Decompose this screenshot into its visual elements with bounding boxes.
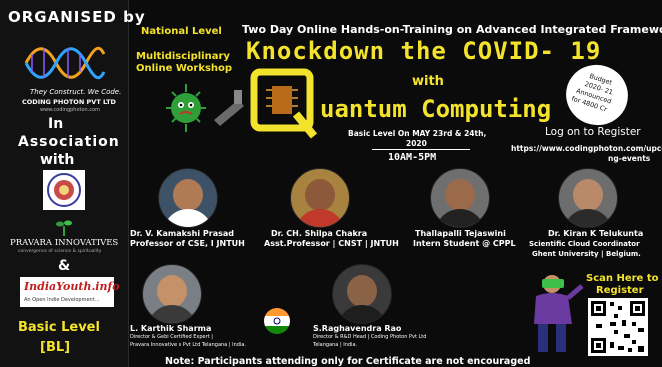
speaker-5-name: L. Karthik Sharma — [130, 324, 212, 333]
speaker-6-affiliation: Telangana | India. — [313, 342, 358, 348]
register-url[interactable]: https://www.codingphoton.com/upco — [511, 144, 662, 153]
register-label: Log on to Register — [545, 126, 641, 138]
india-flag-icon — [262, 306, 292, 336]
virus-icon — [160, 80, 246, 138]
scan-label-line2: Register — [596, 285, 644, 296]
speaker-photo-4 — [558, 168, 618, 228]
qr-code-icon[interactable] — [588, 298, 648, 356]
company-tagline: They Construct. We Code. — [30, 88, 122, 96]
speaker-5-role: Director & Gebi Certified Expert | — [130, 334, 213, 340]
multidisciplinary-label: Multidisciplinary — [136, 51, 230, 62]
speaker-5-affiliation: Pravara Innovative s Pvt Ltd Telangana |… — [130, 342, 246, 348]
with-label: with — [40, 152, 75, 168]
jntuh-seal-icon — [43, 170, 85, 210]
speaker-6-role: Director & R&D Head | Coding Photon Pvt … — [313, 334, 427, 340]
register-url-cont[interactable]: ng-events — [608, 154, 650, 163]
sprout-icon — [56, 218, 72, 236]
speaker-3-name: Thallapalli Tejaswini — [415, 229, 506, 238]
online-workshop-label: Online Workshop — [136, 63, 233, 74]
speaker-4-affiliation: Ghent University | Belgium. — [532, 250, 641, 258]
with-connector: with — [412, 74, 444, 89]
event-date: Basic Level On MAY 23rd & 24th, — [348, 129, 487, 138]
organiser-sidebar: ORGANISED by They Construct. We Code. CO… — [0, 0, 145, 367]
speaker-photo-2 — [290, 168, 350, 228]
speaker-6-name: S.Raghavendra Rao — [313, 324, 402, 333]
partner-indiayouth-tag: An Open Indie Development... — [24, 297, 100, 303]
scan-label-line1: Scan Here to — [586, 273, 659, 284]
vr-person-icon — [522, 272, 584, 354]
speaker-1-name: Dr. V. Kamakshi Prasad — [130, 229, 234, 238]
budget-badge: Budget 2020- 21 Announced for 4800 Cr — [558, 56, 636, 134]
workshop-title: Knockdown the COVID- 19 — [246, 37, 602, 65]
quantum-chip-icon — [248, 68, 320, 140]
partner-indiayouth: IndiaYouth.info — [24, 280, 120, 293]
speaker-3-role: Intern Student @ CPPL — [413, 239, 516, 248]
event-year: 2020 — [406, 139, 427, 148]
organised-by-heading: ORGANISED by — [8, 8, 146, 26]
time-divider-top — [372, 149, 470, 150]
event-time: 10AM-5PM — [388, 152, 437, 163]
company-name: CODING PHOTON PVT LTD — [22, 98, 116, 106]
speaker-4-name: Dr. Kiran K Telukunta — [548, 229, 644, 238]
dna-logo-icon — [22, 40, 106, 86]
in-label: In — [48, 116, 64, 132]
speaker-photo-3 — [430, 168, 490, 228]
association-label: Association — [18, 134, 120, 150]
ampersand-label: & — [58, 258, 71, 274]
partner-pravara-tag: convergence of science & spirituality — [18, 249, 102, 254]
national-level-label: National Level — [141, 26, 222, 37]
quantum-computing-title: uantum Computing — [320, 95, 552, 123]
speaker-photo-5 — [142, 264, 202, 324]
workshop-subtitle: Two Day Online Hands-on-Training on Adva… — [242, 23, 662, 36]
speaker-4-role: Scientific Cloud Coordinator — [529, 240, 640, 248]
level-code: [BL] — [40, 340, 71, 355]
level-label: Basic Level — [18, 320, 100, 335]
company-url: www.codingphoton.com — [40, 107, 100, 113]
speaker-photo-6 — [332, 264, 392, 324]
indiayouth-logo: IndiaYouth.info An Open Indie Developmen… — [20, 277, 120, 307]
speaker-1-role: Professor of CSE, I JNTUH — [130, 239, 245, 248]
footer-note: Note: Participants attending only for Ce… — [165, 356, 531, 367]
speaker-photo-1 — [158, 168, 218, 228]
speaker-2-role: Asst.Professor | CNST | JNTUH — [264, 239, 399, 248]
workshop-poster: ORGANISED by They Construct. We Code. CO… — [0, 0, 662, 367]
speaker-2-name: Dr. CH. Shilpa Chakra — [271, 229, 368, 238]
partner-pravara: PRAVARA INNOVATIVES — [10, 238, 119, 248]
